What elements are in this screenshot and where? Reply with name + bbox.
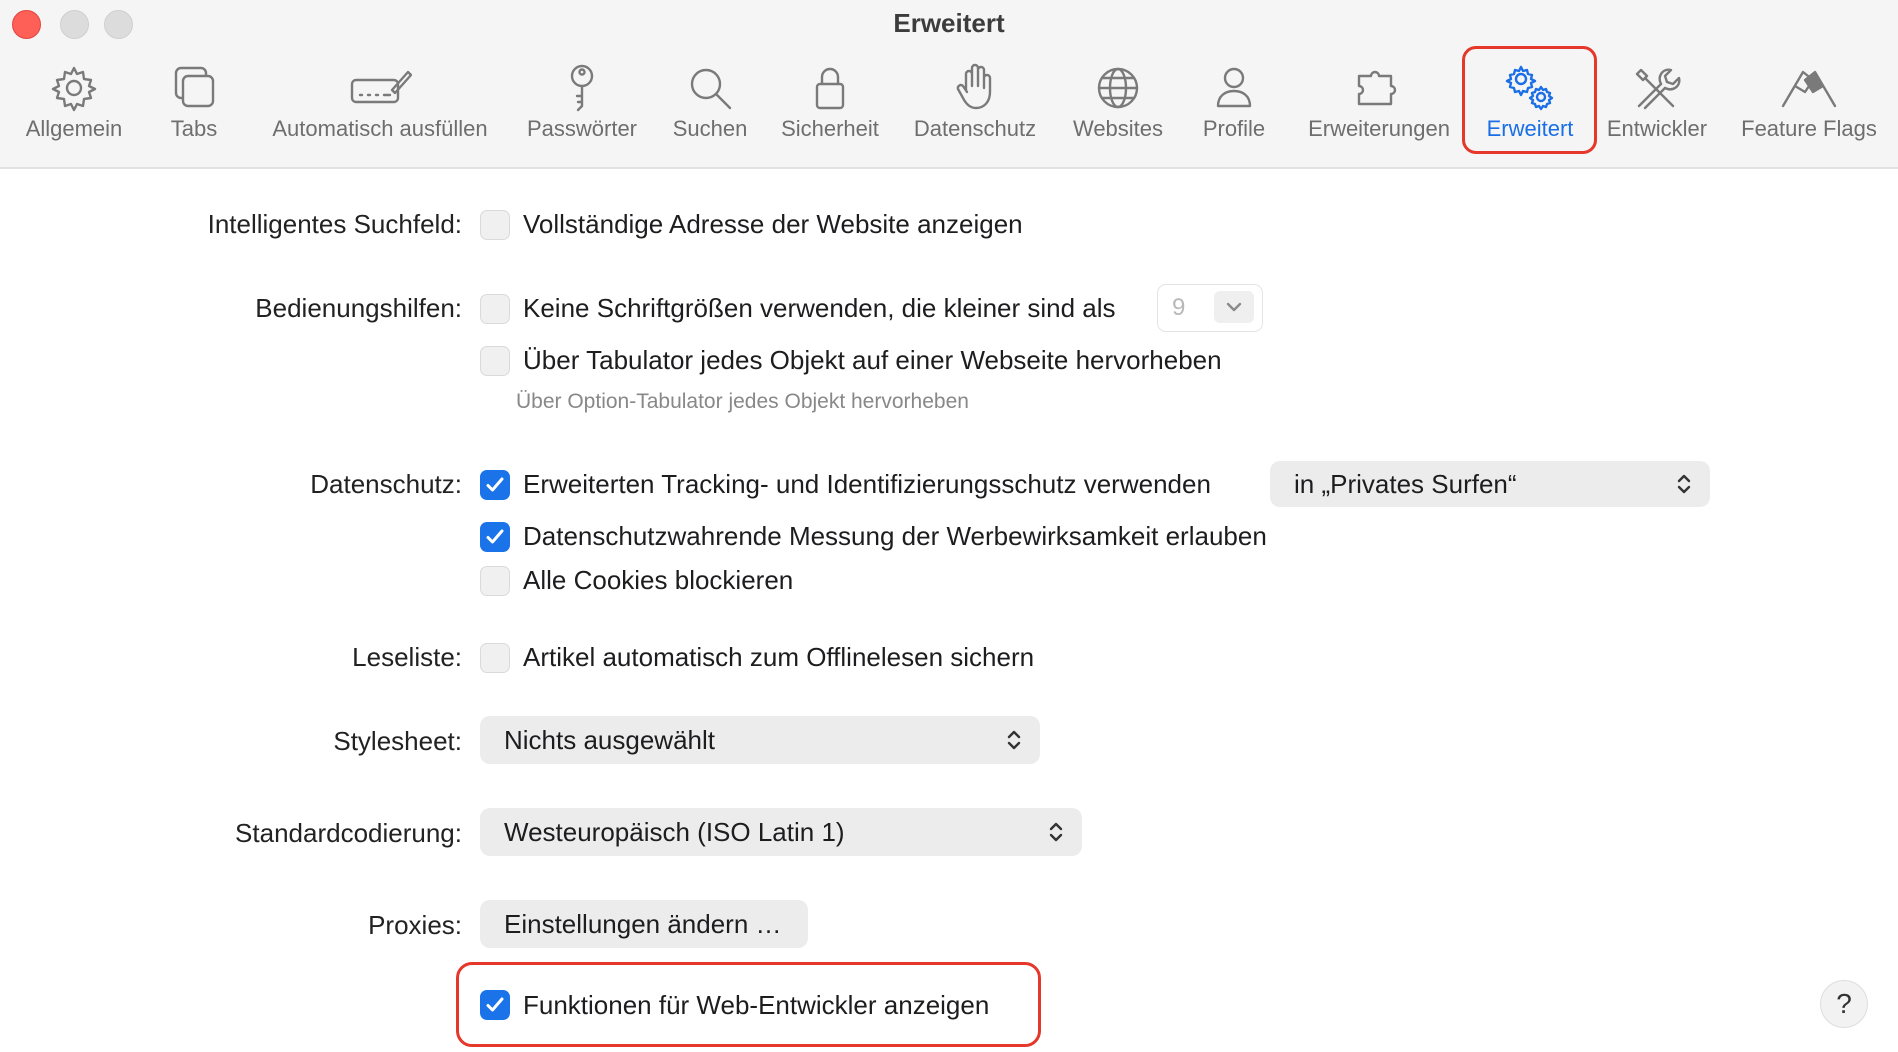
tab-label: Entwickler: [1606, 116, 1708, 141]
min-font-size-checkbox[interactable]: [480, 294, 510, 324]
tab-automatisch-ausfuellen[interactable]: Automatisch ausfüllen: [262, 62, 498, 142]
puzzle-icon: [1357, 70, 1397, 106]
tab-label: Datenschutz: [913, 116, 1037, 141]
checkmark-icon: [486, 529, 504, 544]
lock-icon: [815, 67, 845, 110]
chevron-up-down-icon: [1007, 730, 1021, 750]
tab-passwoerter[interactable]: Passwörter: [520, 62, 644, 142]
tab-highlight-checkbox[interactable]: [480, 346, 510, 376]
window-title: Erweitert: [893, 8, 1005, 38]
key-icon: [570, 64, 594, 112]
tab-label: Suchen: [672, 116, 748, 141]
min-font-size-label: Keine Schriftgrößen verwenden, die klein…: [523, 293, 1116, 323]
min-font-size-value: 9: [1172, 294, 1186, 321]
tab-label: Automatisch ausfüllen: [272, 116, 488, 141]
tab-tabs[interactable]: Tabs: [150, 62, 238, 142]
flags-icon: [1781, 70, 1837, 108]
tab-label: Websites: [1072, 116, 1164, 141]
tab-highlight-label: Über Tabulator jedes Objekt auf einer We…: [523, 345, 1222, 375]
tracking-protection-checkbox[interactable]: [480, 470, 510, 500]
ad-measurement-checkbox[interactable]: [480, 522, 510, 552]
tab-profile[interactable]: Profile: [1190, 62, 1278, 142]
tab-label: Feature Flags: [1741, 116, 1877, 141]
smart-search-label: Intelligentes Suchfeld:: [207, 209, 462, 239]
chevron-up-down-icon: [1049, 822, 1063, 842]
tab-label: Profile: [1202, 116, 1266, 141]
magnifier-icon: [690, 68, 732, 110]
offline-reading-checkbox[interactable]: [480, 643, 510, 673]
tracking-protection-label: Erweiterten Tracking- und Identifizierun…: [523, 469, 1211, 499]
chevron-up-down-icon: [1677, 474, 1691, 494]
globe-icon: [1097, 67, 1139, 109]
checkmark-icon: [486, 477, 504, 492]
encoding-select[interactable]: Westeuropäisch (ISO Latin 1): [480, 808, 1082, 856]
offline-reading-label: Artikel automatisch zum Offlinelesen sic…: [523, 642, 1035, 672]
show-full-address-label: Vollständige Adresse der Website anzeige…: [523, 209, 1023, 239]
encoding-value: Westeuropäisch (ISO Latin 1): [504, 816, 845, 847]
privacy-label: Datenschutz:: [310, 469, 462, 499]
show-full-address-checkbox[interactable]: [480, 210, 510, 240]
tab-highlight-hint: Über Option-Tabulator jedes Objekt hervo…: [516, 390, 969, 413]
proxies-label: Proxies:: [368, 910, 462, 940]
chevron-down-icon: [1214, 291, 1254, 323]
gear-icon: [51, 66, 97, 112]
tab-entwickler[interactable]: Entwickler: [1600, 62, 1714, 142]
active-tab-highlight: [1462, 46, 1597, 154]
tab-sicherheit[interactable]: Sicherheit: [774, 62, 886, 142]
tab-websites[interactable]: Websites: [1064, 62, 1172, 142]
change-proxy-settings-button[interactable]: Einstellungen ändern …: [480, 900, 808, 948]
block-cookies-label: Alle Cookies blockieren: [523, 565, 794, 595]
autofill-icon: [350, 70, 412, 104]
reading-list-label: Leseliste:: [352, 642, 462, 672]
person-icon: [1216, 67, 1252, 108]
window-titlebar: Erweitert Allgemein Tabs Automatisch aus…: [0, 0, 1898, 169]
encoding-label: Standardcodierung:: [235, 818, 462, 848]
tab-allgemein[interactable]: Allgemein: [14, 62, 134, 142]
tab-label: Tabs: [170, 116, 218, 141]
tabs-icon: [174, 66, 215, 108]
tools-icon: [1635, 68, 1681, 110]
min-font-size-select[interactable]: 9: [1157, 284, 1263, 332]
tab-feature-flags[interactable]: Feature Flags: [1734, 62, 1884, 142]
ad-measurement-label: Datenschutzwahrende Messung der Werbewir…: [523, 521, 1267, 551]
help-button[interactable]: ?: [1820, 980, 1868, 1028]
tab-datenschutz[interactable]: Datenschutz: [906, 62, 1044, 142]
tracking-protection-select[interactable]: in „Privates Surfen“: [1270, 461, 1710, 507]
accessibility-label: Bedienungshilfen:: [255, 293, 462, 323]
tab-label: Allgemein: [25, 116, 123, 141]
developer-option-highlight: [456, 962, 1041, 1047]
tab-suchen[interactable]: Suchen: [666, 62, 754, 142]
tab-erweiterungen[interactable]: Erweiterungen: [1300, 62, 1458, 142]
block-cookies-checkbox[interactable]: [480, 566, 510, 596]
tab-label: Passwörter: [526, 116, 638, 141]
stylesheet-label: Stylesheet:: [333, 726, 462, 756]
stylesheet-value: Nichts ausgewählt: [504, 724, 715, 755]
hand-icon: [956, 63, 992, 110]
tab-label: Erweiterungen: [1308, 116, 1450, 141]
stylesheet-select[interactable]: Nichts ausgewählt: [480, 716, 1040, 764]
tracking-protection-value: in „Privates Surfen“: [1294, 468, 1517, 499]
tab-label: Sicherheit: [781, 116, 879, 141]
